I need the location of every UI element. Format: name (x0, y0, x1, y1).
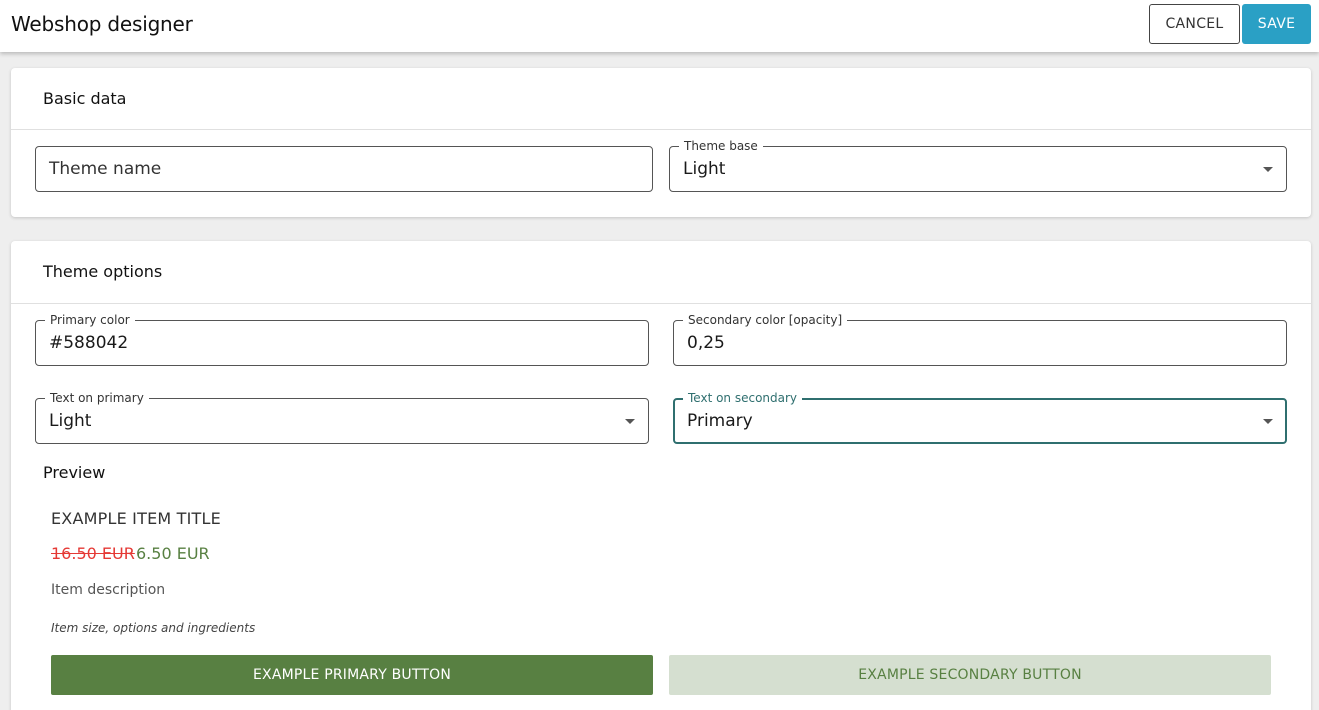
theme-base-value: Light (683, 159, 726, 179)
theme-base-label: Theme base (679, 139, 763, 153)
example-primary-button[interactable]: EXAMPLE PRIMARY BUTTON (51, 655, 653, 695)
theme-name-input[interactable]: Theme name (35, 146, 653, 192)
caret-down-icon (625, 419, 635, 424)
secondary-color-input[interactable]: Secondary color [opacity] 0,25 (673, 313, 1287, 366)
new-price: 6.50 EUR (136, 544, 210, 563)
item-description: Item description (51, 582, 166, 598)
primary-color-value: #588042 (49, 333, 129, 353)
preview-title: Preview (43, 463, 106, 482)
text-on-primary-select[interactable]: Text on primary Light (35, 391, 649, 444)
theme-name-placeholder: Theme name (49, 159, 162, 179)
basic-data-card: Basic data Theme name Theme base Light (11, 68, 1311, 217)
theme-options-card: Theme options Primary color #588042 Seco… (11, 241, 1311, 710)
caret-down-icon (1263, 167, 1273, 172)
example-secondary-button[interactable]: EXAMPLE SECONDARY BUTTON (669, 655, 1271, 695)
text-on-primary-label: Text on primary (45, 391, 149, 405)
example-item-title: EXAMPLE ITEM TITLE (51, 509, 221, 528)
divider (11, 129, 1311, 130)
text-on-secondary-label: Text on secondary (683, 391, 803, 405)
primary-color-label: Primary color (45, 313, 135, 327)
page-title: Webshop designer (11, 12, 193, 36)
theme-base-select[interactable]: Theme base Light (669, 139, 1287, 192)
cancel-button[interactable]: CANCEL (1149, 4, 1240, 44)
secondary-color-label: Secondary color [opacity] (683, 313, 848, 327)
item-size-options: Item size, options and ingredients (51, 621, 256, 635)
old-price: 16.50 EUR (51, 544, 135, 563)
top-bar: Webshop designer CANCEL SAVE (0, 0, 1319, 52)
text-on-secondary-select[interactable]: Text on secondary Primary (673, 391, 1287, 444)
basic-data-title: Basic data (43, 89, 127, 108)
text-on-secondary-value: Primary (687, 411, 753, 431)
save-button[interactable]: SAVE (1242, 4, 1311, 44)
divider (11, 303, 1311, 304)
text-on-primary-value: Light (49, 411, 92, 431)
caret-down-icon (1263, 419, 1273, 424)
theme-options-title: Theme options (43, 262, 163, 281)
primary-color-input[interactable]: Primary color #588042 (35, 313, 649, 366)
secondary-color-value: 0,25 (687, 333, 725, 353)
